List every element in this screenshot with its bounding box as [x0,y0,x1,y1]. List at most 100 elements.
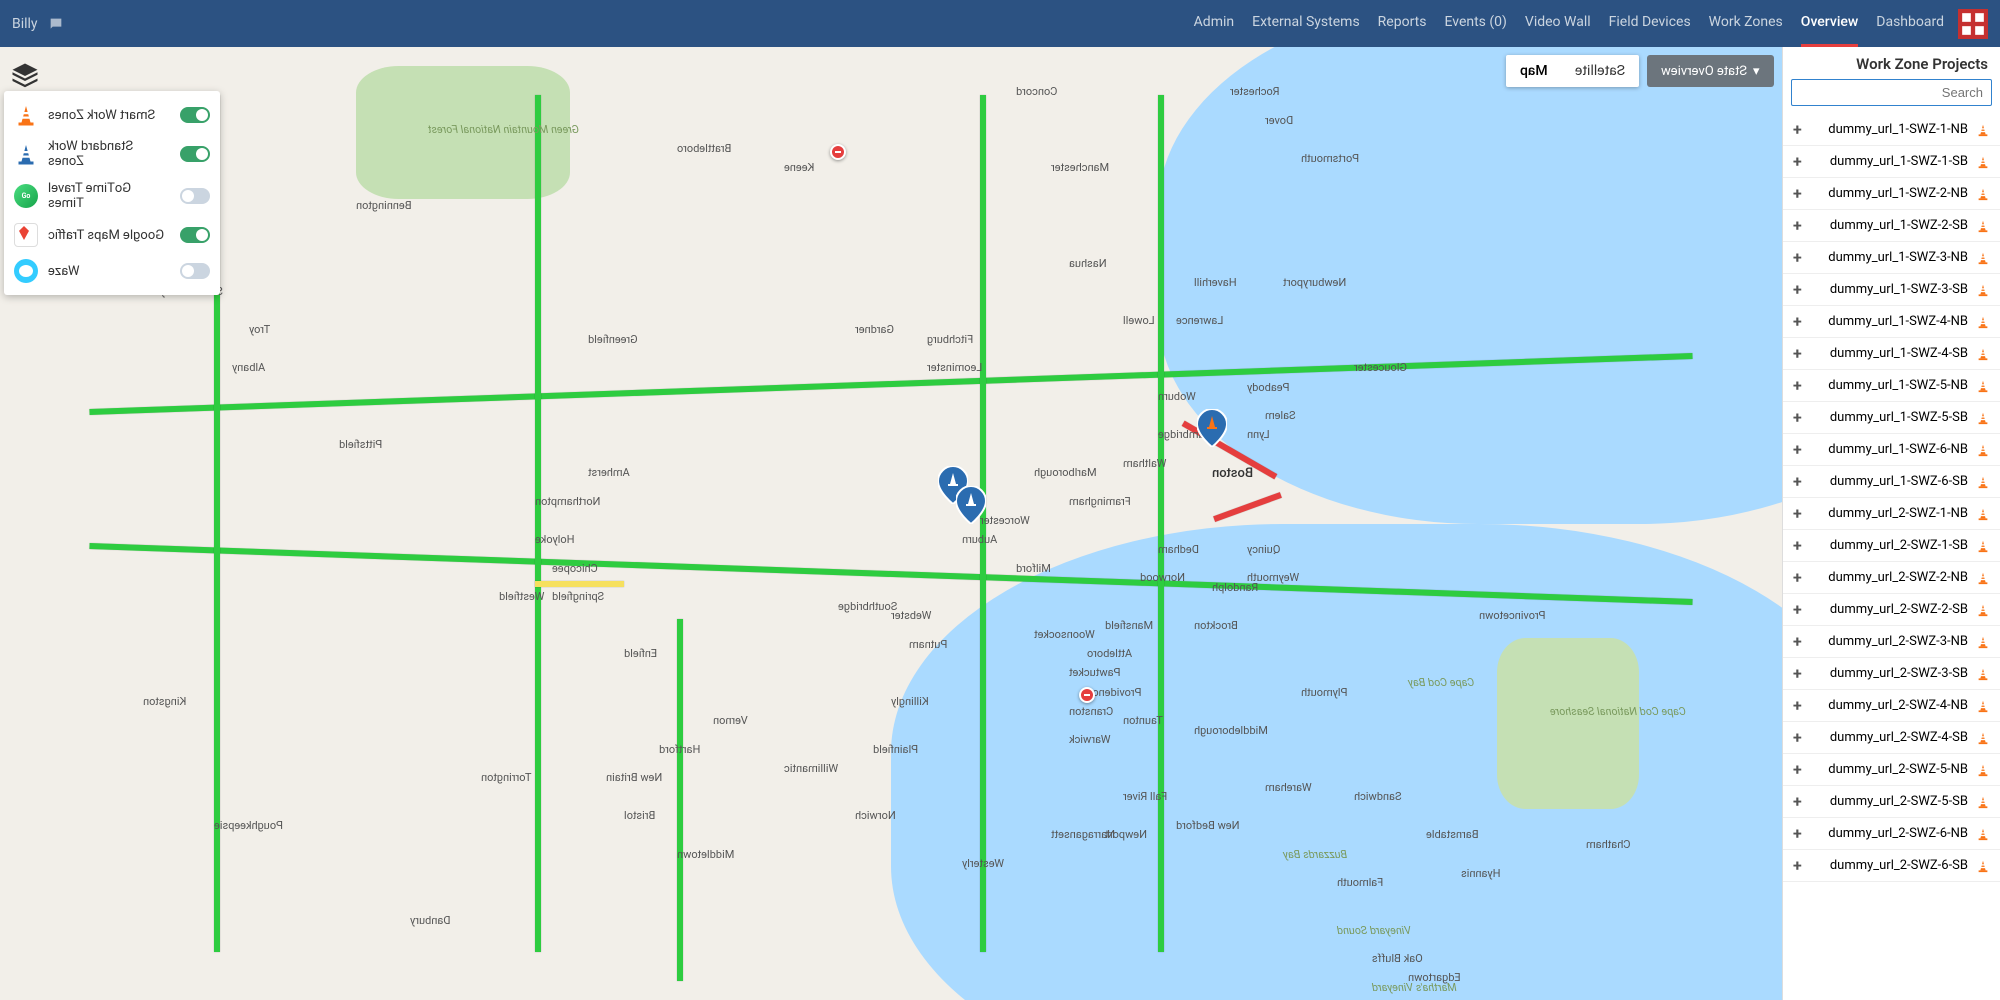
city-label: Barnstable [1426,828,1479,841]
project-row[interactable]: dummy_url_1-SWZ-4-SB+ [1783,338,2000,370]
city-label: Lawrence [1176,314,1223,327]
expand-icon[interactable]: + [1793,664,1802,683]
project-row[interactable]: dummy_url_2-SWZ-4-NB+ [1783,690,2000,722]
layers-panel: Smart Work ZonesStandard Work ZonesGoGoT… [4,91,220,295]
nav-overview[interactable]: Overview [1801,0,1858,47]
city-label: Attleboro [1087,647,1132,660]
project-row[interactable]: dummy_url_1-SWZ-1-NB+ [1783,114,2000,146]
cone-icon [1976,283,1990,297]
expand-icon[interactable]: + [1793,504,1802,523]
nav-dashboard[interactable]: Dashboard [1876,0,1944,47]
project-row[interactable]: dummy_url_2-SWZ-2-SB+ [1783,594,2000,626]
expand-icon[interactable]: + [1793,312,1802,331]
expand-icon[interactable]: + [1793,248,1802,267]
city-label: Milford [1016,562,1051,575]
project-row[interactable]: dummy_url_1-SWZ-1-SB+ [1783,146,2000,178]
project-row[interactable]: dummy_url_1-SWZ-6-NB+ [1783,434,2000,466]
city-label: Killingly [891,695,929,708]
expand-icon[interactable]: + [1793,216,1802,235]
expand-icon[interactable]: + [1793,824,1802,843]
project-row[interactable]: dummy_url_2-SWZ-5-SB+ [1783,786,2000,818]
project-row[interactable]: dummy_url_1-SWZ-5-SB+ [1783,402,2000,434]
cone-icon [1976,603,1990,617]
city-label: Newburyport [1283,276,1346,289]
project-row[interactable]: dummy_url_2-SWZ-6-SB + [1783,850,2000,882]
city-label: Holyoke [535,533,575,546]
stop-marker[interactable] [830,144,846,160]
expand-icon[interactable]: + [1793,472,1802,491]
nav-external-systems[interactable]: External Systems [1252,0,1360,47]
city-label: Portsmouth [1301,152,1359,165]
project-row[interactable]: dummy_url_2-SWZ-4-SB+ [1783,722,2000,754]
expand-icon[interactable]: + [1793,600,1802,619]
expand-icon[interactable]: + [1793,376,1802,395]
search-input[interactable] [1791,79,1992,106]
city-label: Westfield [499,590,545,603]
project-list[interactable]: dummy_url_1-SWZ-1-NB+dummy_url_1-SWZ-1-S… [1783,114,2000,1000]
project-row[interactable]: dummy_url_1-SWZ-3-NB+ [1783,242,2000,274]
project-row[interactable]: dummy_url_1-SWZ-2-NB+ [1783,178,2000,210]
project-row[interactable]: dummy_url_2-SWZ-2-NB+ [1783,562,2000,594]
expand-icon[interactable]: + [1793,696,1802,715]
city-label: Amherst [588,466,630,479]
user-name: Billy [12,16,38,32]
expand-icon[interactable]: + [1793,856,1802,875]
expand-icon[interactable]: + [1793,536,1802,555]
project-row[interactable]: dummy_url_1-SWZ-4-NB+ [1783,306,2000,338]
expand-icon[interactable]: + [1793,792,1802,811]
nav-video-wall[interactable]: Video Wall [1525,0,1591,47]
layer-toggle[interactable] [180,263,210,279]
expand-icon[interactable]: + [1793,344,1802,363]
city-label: Nashua [1069,257,1107,270]
project-row[interactable]: dummy_url_2-SWZ-3-NB+ [1783,626,2000,658]
expand-icon[interactable]: + [1793,632,1802,651]
user-menu[interactable]: Billy [12,16,64,32]
project-row[interactable]: dummy_url_2-SWZ-1-SB+ [1783,530,2000,562]
layer-toggle[interactable] [180,107,210,123]
app-logo[interactable] [1958,9,1988,39]
nav-events-0-[interactable]: Events (0) [1444,0,1506,47]
expand-icon[interactable]: + [1793,120,1802,139]
nav-reports[interactable]: Reports [1378,0,1427,47]
stop-marker[interactable] [1079,687,1095,703]
layer-toggle[interactable] [180,188,210,204]
project-label: dummy_url_2-SWZ-6-SB [1808,858,1968,873]
nav-field-devices[interactable]: Field Devices [1609,0,1691,47]
city-label: Boston [1212,466,1253,481]
project-row[interactable]: dummy_url_2-SWZ-6-NB+ [1783,818,2000,850]
project-row[interactable]: dummy_url_1-SWZ-6-SB+ [1783,466,2000,498]
expand-icon[interactable]: + [1793,152,1802,171]
layer-toggle[interactable] [180,146,210,162]
map-canvas[interactable]: BostonCambridgeWorcesterSpringfieldHartf… [0,47,1782,1000]
city-label: Pittsfield [339,438,382,451]
map-type-satellite-button[interactable]: Satellite [1561,55,1639,87]
city-label: Brattleboro [677,142,731,155]
expand-icon[interactable]: + [1793,280,1802,299]
city-label: Northampton [535,495,600,508]
expand-icon[interactable]: + [1793,184,1802,203]
nav-admin[interactable]: Admin [1194,0,1234,47]
project-row[interactable]: dummy_url_2-SWZ-3-SB+ [1783,658,2000,690]
project-row[interactable]: dummy_url_2-SWZ-5-NB+ [1783,754,2000,786]
layer-toggle[interactable] [180,227,210,243]
city-label: Danbury [410,914,451,927]
expand-icon[interactable]: + [1793,728,1802,747]
expand-icon[interactable]: + [1793,760,1802,779]
nav-work-zones[interactable]: Work Zones [1709,0,1783,47]
project-row[interactable]: dummy_url_1-SWZ-3-SB+ [1783,274,2000,306]
project-row[interactable]: dummy_url_1-SWZ-5-NB+ [1783,370,2000,402]
map-controls: Map Satellite State Overview ▾ [1506,55,1774,87]
smart-workzone-pin[interactable] [1197,409,1227,447]
layers-toggle-button[interactable] [10,61,40,81]
state-overview-button[interactable]: State Overview ▾ [1647,55,1774,87]
expand-icon[interactable]: + [1793,440,1802,459]
project-row[interactable]: dummy_url_2-SWZ-1-NB+ [1783,498,2000,530]
expand-icon[interactable]: + [1793,568,1802,587]
city-label: Haverhill [1194,276,1237,289]
expand-icon[interactable]: + [1793,408,1802,427]
project-row[interactable]: dummy_url_1-SWZ-2-SB+ [1783,210,2000,242]
city-label: Greenfield [588,333,638,346]
map-type-map-button[interactable]: Map [1506,55,1562,87]
standard-workzone-pin[interactable] [956,486,986,524]
city-label: Gardner [855,323,894,336]
